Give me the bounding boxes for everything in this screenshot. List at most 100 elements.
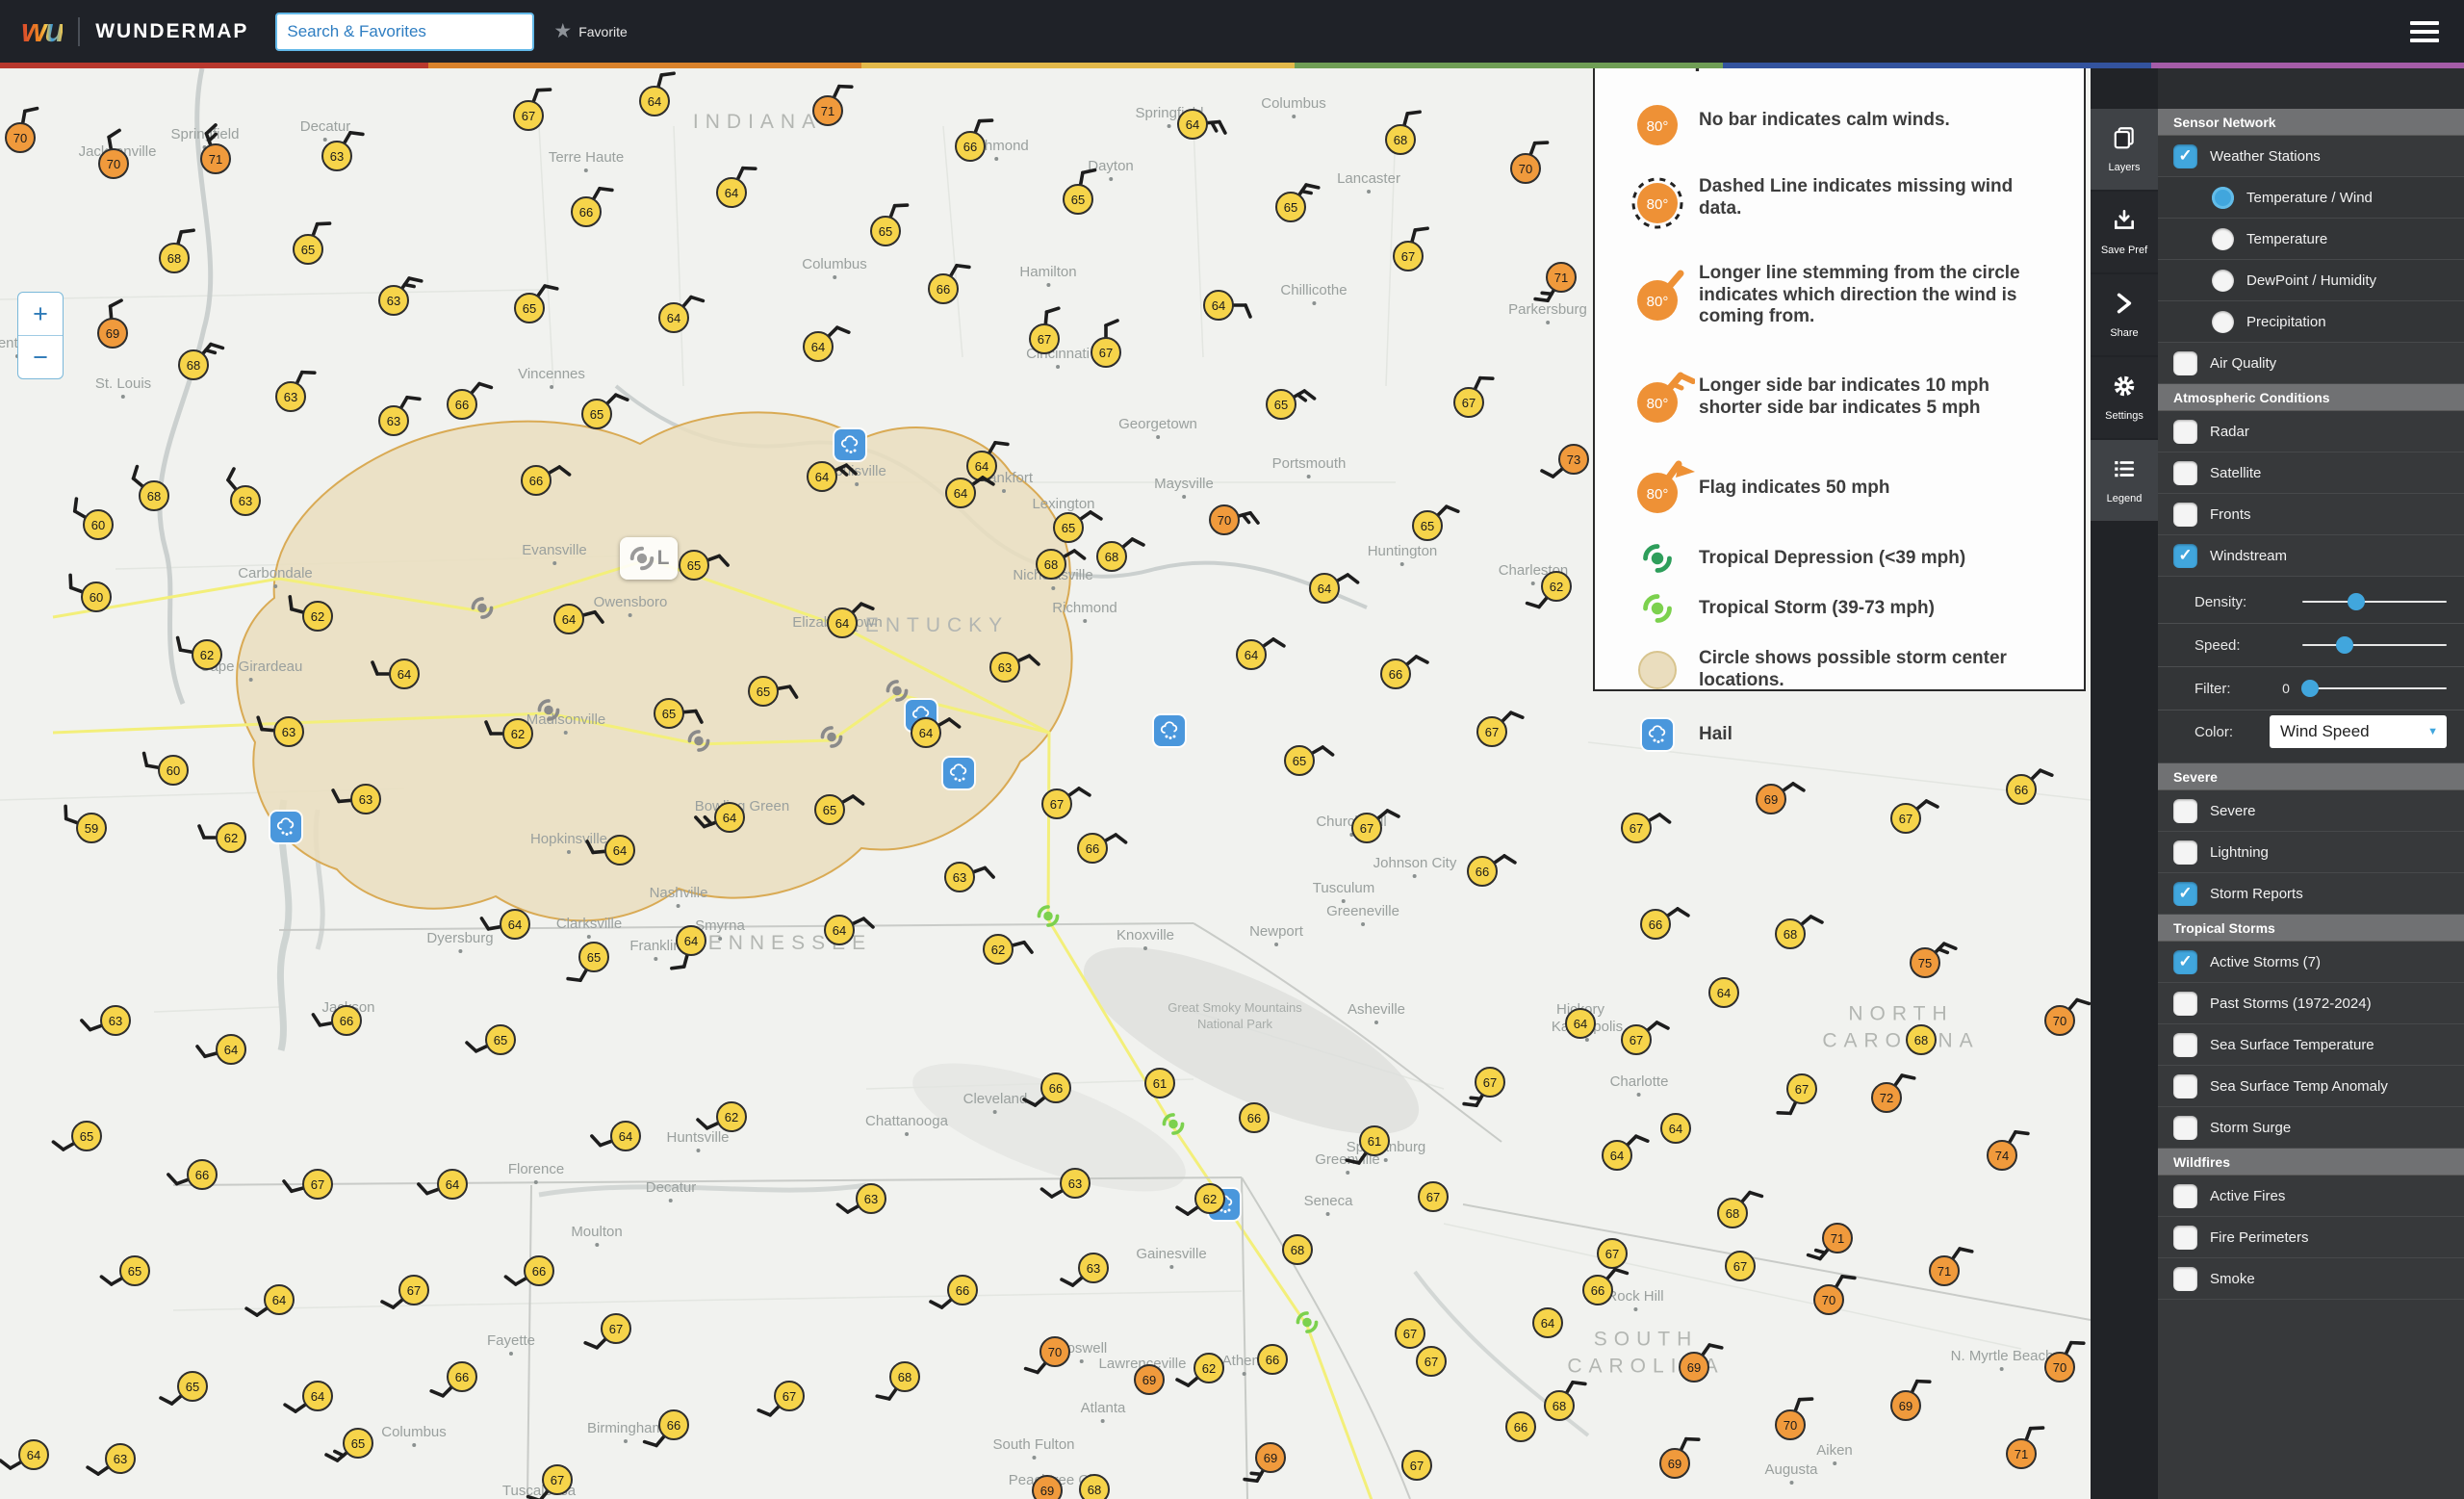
radio-unselected-icon[interactable] bbox=[2212, 270, 2234, 292]
radio-precipitation[interactable]: Precipitation bbox=[2158, 301, 2464, 343]
layer-fronts[interactable]: Fronts bbox=[2158, 494, 2464, 535]
layer-past-storms-1972-2024-[interactable]: Past Storms (1972-2024) bbox=[2158, 983, 2464, 1024]
station-temperature: 62 bbox=[502, 718, 533, 749]
svg-text:80°: 80° bbox=[1647, 396, 1669, 412]
hail-report-icon[interactable] bbox=[270, 812, 301, 842]
station-temperature: 64 bbox=[1602, 1140, 1632, 1171]
station-temperature: 64 bbox=[604, 835, 635, 866]
menu-icon[interactable] bbox=[2410, 16, 2439, 47]
city-label: Newport bbox=[1249, 923, 1303, 946]
layer-weather-stations[interactable]: ✓Weather Stations bbox=[2158, 136, 2464, 177]
layer-smoke[interactable]: Smoke bbox=[2158, 1258, 2464, 1300]
toolbar-share[interactable]: Share bbox=[2091, 274, 2158, 355]
color-select[interactable]: Wind Speed ▼ bbox=[2270, 715, 2447, 748]
tropical-storm-icon[interactable] bbox=[1295, 1310, 1320, 1340]
density-slider-thumb[interactable] bbox=[2348, 593, 2365, 610]
legend-item-calm: 80° No bar indicates calm winds. bbox=[1616, 83, 2065, 158]
layer-lightning[interactable]: Lightning bbox=[2158, 832, 2464, 873]
checkbox-unchecked-icon[interactable] bbox=[2173, 799, 2197, 823]
layer-storm-reports[interactable]: ✓Storm Reports bbox=[2158, 873, 2464, 915]
legend-item-text: Hail bbox=[1699, 724, 1732, 746]
zoom-out-button[interactable]: − bbox=[18, 336, 63, 378]
checkbox-unchecked-icon[interactable] bbox=[2173, 1226, 2197, 1250]
station-temperature: 65 bbox=[581, 399, 612, 429]
city-label: Fayette bbox=[487, 1332, 535, 1356]
checkbox-unchecked-icon[interactable] bbox=[2173, 840, 2197, 865]
density-slider[interactable] bbox=[2302, 601, 2447, 603]
checkbox-unchecked-icon[interactable] bbox=[2173, 1116, 2197, 1140]
layer-windstream[interactable]: ✓Windstream bbox=[2158, 535, 2464, 577]
checkbox-checked-icon[interactable]: ✓ bbox=[2173, 882, 2197, 906]
city-label: Knoxville bbox=[1116, 927, 1174, 950]
hail-report-icon[interactable] bbox=[943, 758, 974, 788]
city-label: Columbus bbox=[1261, 95, 1326, 118]
station-temperature: 64 bbox=[658, 302, 689, 333]
layer-air-quality[interactable]: Air Quality bbox=[2158, 343, 2464, 384]
radio-dewpoint-humidity[interactable]: DewPoint / Humidity bbox=[2158, 260, 2464, 301]
station-temperature: 72 bbox=[1871, 1082, 1902, 1113]
hail-report-icon[interactable] bbox=[1154, 715, 1185, 746]
station-temperature: 66 bbox=[187, 1159, 218, 1190]
past-storm-position-icon[interactable] bbox=[819, 725, 844, 755]
checkbox-unchecked-icon[interactable] bbox=[2173, 992, 2197, 1016]
layer-label: Smoke bbox=[2210, 1271, 2255, 1287]
station-temperature: 64 bbox=[389, 659, 420, 689]
favorite-button[interactable]: ★ Favorite bbox=[553, 19, 627, 43]
station-temperature: 65 bbox=[293, 234, 323, 265]
radio-unselected-icon[interactable] bbox=[2212, 228, 2234, 250]
dashed-icon: 80° bbox=[1616, 161, 1699, 236]
search-favorites-input[interactable] bbox=[275, 13, 534, 51]
checkbox-checked-icon[interactable]: ✓ bbox=[2173, 544, 2197, 568]
wu-logo[interactable]: wu WUNDERMAP bbox=[21, 13, 248, 50]
station-temperature: 66 bbox=[524, 1255, 554, 1286]
city-label: Atlanta bbox=[1081, 1400, 1126, 1423]
station-temperature: 65 bbox=[1063, 184, 1093, 215]
checkbox-checked-icon[interactable]: ✓ bbox=[2173, 950, 2197, 974]
toolbar-save-pref[interactable]: Save Pref bbox=[2091, 192, 2158, 272]
layer-radar[interactable]: Radar bbox=[2158, 411, 2464, 452]
checkbox-unchecked-icon[interactable] bbox=[2173, 461, 2197, 485]
radio-temperature[interactable]: Temperature bbox=[2158, 219, 2464, 260]
city-label: Hamilton bbox=[1019, 264, 1076, 287]
checkbox-unchecked-icon[interactable] bbox=[2173, 1267, 2197, 1291]
layer-fire-perimeters[interactable]: Fire Perimeters bbox=[2158, 1217, 2464, 1258]
layer-active-storms-7-[interactable]: ✓Active Storms (7) bbox=[2158, 942, 2464, 983]
checkbox-unchecked-icon[interactable] bbox=[2173, 351, 2197, 375]
checkbox-unchecked-icon[interactable] bbox=[2173, 1074, 2197, 1098]
speed-slider[interactable] bbox=[2302, 644, 2447, 646]
station-temperature: 63 bbox=[350, 784, 381, 814]
toolbar-settings[interactable]: Settings bbox=[2091, 357, 2158, 438]
radio-temperature-wind[interactable]: Temperature / Wind bbox=[2158, 177, 2464, 219]
station-temperature: 66 bbox=[1582, 1275, 1613, 1305]
station-temperature: 63 bbox=[378, 285, 409, 316]
zoom-in-button[interactable]: + bbox=[18, 293, 63, 336]
checkbox-unchecked-icon[interactable] bbox=[2173, 420, 2197, 444]
tropical-storm-icon[interactable] bbox=[1161, 1112, 1186, 1142]
layer-sea-surface-temperature[interactable]: Sea Surface Temperature bbox=[2158, 1024, 2464, 1066]
layer-storm-surge[interactable]: Storm Surge bbox=[2158, 1107, 2464, 1149]
layer-active-fires[interactable]: Active Fires bbox=[2158, 1176, 2464, 1217]
checkbox-unchecked-icon[interactable] bbox=[2173, 1184, 2197, 1208]
checkbox-unchecked-icon[interactable] bbox=[2173, 503, 2197, 527]
station-temperature: 68 bbox=[1906, 1024, 1937, 1055]
radio-unselected-icon[interactable] bbox=[2212, 311, 2234, 333]
hail-icon bbox=[1642, 719, 1673, 750]
checkbox-checked-icon[interactable]: ✓ bbox=[2173, 144, 2197, 168]
toolbar-legend[interactable]: Legend bbox=[2091, 440, 2158, 521]
station-temperature: 66 bbox=[1380, 659, 1411, 689]
layer-label: DewPoint / Humidity bbox=[2246, 272, 2376, 289]
speed-slider-thumb[interactable] bbox=[2336, 636, 2353, 654]
toolbar-layers[interactable]: Layers bbox=[2091, 109, 2158, 190]
layer-satellite[interactable]: Satellite bbox=[2158, 452, 2464, 494]
map-zoom-control: + − bbox=[17, 292, 64, 379]
layer-severe[interactable]: Severe bbox=[2158, 790, 2464, 832]
city-label: Asheville bbox=[1348, 1001, 1405, 1024]
tropical-storm-icon[interactable] bbox=[1036, 904, 1061, 934]
radio-selected-icon[interactable] bbox=[2212, 187, 2234, 209]
past-storm-position-icon[interactable] bbox=[470, 596, 495, 626]
filter-slider[interactable] bbox=[2302, 687, 2447, 689]
station-temperature: 64 bbox=[1708, 977, 1739, 1008]
checkbox-unchecked-icon[interactable] bbox=[2173, 1033, 2197, 1057]
layer-sea-surface-temp-anomaly[interactable]: Sea Surface Temp Anomaly bbox=[2158, 1066, 2464, 1107]
filter-slider-thumb[interactable] bbox=[2301, 680, 2319, 697]
